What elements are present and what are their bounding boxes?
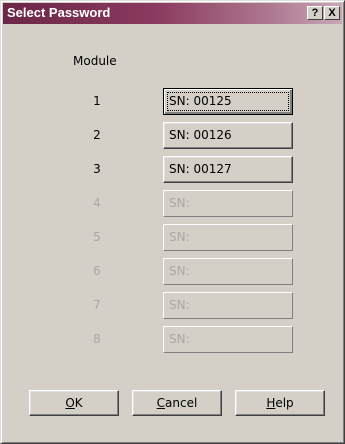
serial-label: SN: 00125: [169, 94, 232, 108]
serial-label: SN:: [169, 196, 190, 210]
serial-button-module-8: SN:: [163, 326, 293, 353]
serial-label: SN:: [169, 230, 190, 244]
ok-mnemonic: O: [65, 396, 75, 410]
serial-button-module-7: SN:: [163, 292, 293, 319]
module-number-7: 7: [93, 298, 101, 312]
serial-button-module-5: SN:: [163, 224, 293, 251]
select-password-dialog: Select Password ? X Module 1 SN: 00125 2 SN…: [0, 0, 345, 444]
cancel-label-rest: ancel: [165, 396, 198, 410]
module-number-6: 6: [93, 264, 101, 278]
ok-label-rest: K: [74, 396, 83, 410]
module-number-4: 4: [93, 196, 101, 210]
serial-label: SN:: [169, 264, 190, 278]
ok-button[interactable]: OK: [29, 390, 119, 416]
serial-button-module-4: SN:: [163, 190, 293, 217]
module-column-header: Module: [73, 54, 117, 68]
serial-button-module-3[interactable]: SN: 00127: [163, 156, 293, 183]
help-label-rest: elp: [275, 396, 294, 410]
cancel-mnemonic: C: [156, 396, 166, 410]
serial-button-module-1[interactable]: SN: 00125: [163, 88, 293, 115]
serial-label: SN:: [169, 332, 190, 346]
serial-button-module-6: SN:: [163, 258, 293, 285]
cancel-button[interactable]: Cancel: [132, 390, 222, 416]
module-number-3: 3: [93, 162, 101, 176]
module-number-2: 2: [93, 128, 101, 142]
close-icon[interactable]: X: [324, 6, 340, 20]
help-mnemonic: H: [266, 396, 276, 410]
title-bar[interactable]: Select Password ? X: [3, 3, 342, 24]
serial-label: SN: 00126: [169, 128, 232, 142]
module-number-1: 1: [93, 94, 101, 108]
serial-label: SN: 00127: [169, 162, 232, 176]
module-number-8: 8: [93, 332, 101, 346]
serial-button-module-2[interactable]: SN: 00126: [163, 122, 293, 149]
module-number-5: 5: [93, 230, 101, 244]
help-button[interactable]: Help: [235, 390, 325, 416]
help-question-icon[interactable]: ?: [307, 6, 323, 20]
serial-label: SN:: [169, 298, 190, 312]
window-title: Select Password: [7, 5, 111, 20]
